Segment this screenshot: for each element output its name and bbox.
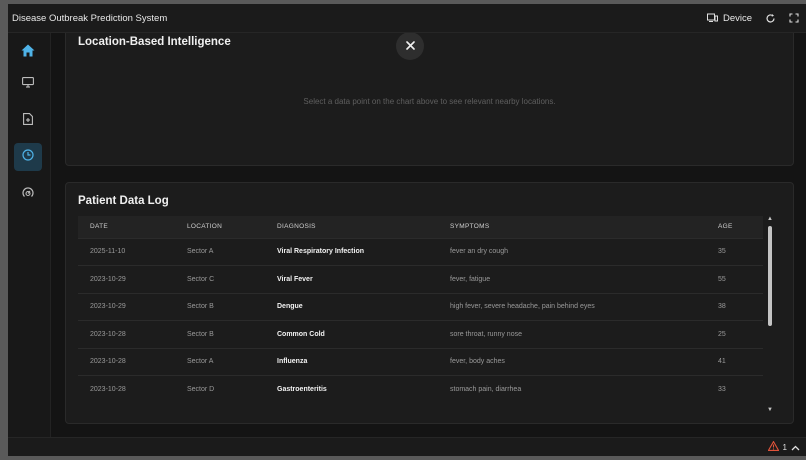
cell-diagnosis: Dengue (277, 303, 303, 311)
cell-date: 2025-11-10 (90, 248, 126, 256)
column-header-date[interactable]: DATE (78, 216, 175, 238)
location-card-title: Location-Based Intelligence (78, 36, 231, 48)
cell-symptoms: high fever, severe headache, pain behind… (450, 303, 595, 311)
location-placeholder-text: Select a data point on the chart above t… (303, 97, 556, 106)
column-header-diagnosis[interactable]: DIAGNOSIS (265, 216, 438, 238)
patient-data-log-card: Patient Data Log DATE LOCATION DIAGNOSIS… (65, 182, 794, 424)
cell-date: 2023-10-28 (90, 386, 126, 393)
cell-diagnosis: Viral Respiratory Infection (277, 248, 365, 256)
status-bar: 1 (8, 437, 806, 456)
sidebar (8, 33, 51, 438)
cell-age: 35 (718, 248, 726, 256)
cell-location: Sector B (187, 330, 214, 338)
table-row[interactable]: 2023-10-29 Sector B Dengue high fever, s… (78, 293, 763, 321)
cell-age: 38 (718, 303, 726, 311)
gauge-icon (22, 186, 34, 204)
sidebar-item-report[interactable] (14, 107, 42, 135)
cell-symptoms: fever, body aches (450, 358, 505, 366)
fullscreen-icon[interactable] (788, 12, 800, 24)
cell-date: 2023-10-28 (90, 330, 126, 338)
table-row[interactable]: 2023-10-29 Sector C Viral Fever fever, f… (78, 265, 763, 294)
cell-location: Sector A (187, 358, 214, 366)
table-scrollbar[interactable]: ▲ ▼ (766, 216, 774, 413)
cell-diagnosis: Common Cold (277, 330, 325, 338)
cell-symptoms: stomach pain, diarrhea (450, 386, 522, 393)
refresh-icon[interactable] (764, 12, 776, 24)
cell-age: 25 (718, 330, 726, 338)
table-row[interactable]: 2025-11-10 Sector A Viral Respiratory In… (78, 238, 763, 266)
table-header-row: DATE LOCATION DIAGNOSIS SYMPTOMS AGE (78, 216, 763, 238)
sidebar-item-history[interactable] (14, 143, 42, 171)
column-header-age[interactable]: AGE (706, 216, 763, 238)
cell-age: 55 (718, 275, 726, 283)
cell-age: 33 (718, 386, 726, 393)
sidebar-item-monitor[interactable] (14, 70, 42, 98)
cell-symptoms: fever, fatigue (450, 275, 491, 283)
table-row[interactable]: 2023-10-28 Sector B Common Cold sore thr… (78, 320, 763, 349)
main-content: Location-Based Intelligence Select a dat… (51, 33, 806, 438)
chevron-up-icon[interactable] (791, 438, 800, 456)
patient-data-table: DATE LOCATION DIAGNOSIS SYMPTOMS AGE 202… (78, 216, 763, 403)
app-title: Disease Outbreak Prediction System (12, 12, 168, 24)
column-header-location[interactable]: LOCATION (175, 216, 265, 238)
warning-icon[interactable] (767, 438, 779, 456)
table-row[interactable]: 2023-10-28 Sector D Gastroenteritis stom… (78, 375, 763, 404)
home-icon (21, 44, 35, 62)
cell-location: Sector A (187, 248, 214, 256)
cell-age: 41 (718, 358, 726, 366)
sidebar-item-analytics[interactable] (14, 181, 42, 209)
device-label: Device (722, 12, 752, 24)
scroll-up-arrow-icon[interactable]: ▲ (767, 216, 773, 222)
cell-date: 2023-10-29 (90, 275, 126, 283)
cell-date: 2023-10-28 (90, 358, 126, 366)
cell-symptoms: sore throat, runny nose (450, 330, 522, 338)
warning-count: 1 (782, 442, 787, 452)
cell-location: Sector B (187, 303, 214, 311)
cell-location: Sector C (187, 275, 215, 283)
close-button[interactable] (396, 33, 424, 60)
title-bar-actions: Device (707, 12, 800, 24)
cell-date: 2023-10-29 (90, 303, 126, 311)
cell-location: Sector D (187, 386, 215, 393)
app-window: Disease Outbreak Prediction System Devic… (8, 4, 806, 456)
location-intelligence-card: Location-Based Intelligence Select a dat… (65, 33, 794, 166)
table-row[interactable]: 2023-10-28 Sector A Influenza fever, bod… (78, 348, 763, 376)
scroll-down-arrow-icon[interactable]: ▼ (767, 407, 773, 413)
cell-symptoms: fever an dry cough (450, 248, 508, 256)
device-button[interactable]: Device (707, 12, 752, 24)
title-bar: Disease Outbreak Prediction System Devic… (8, 4, 806, 33)
cell-diagnosis: Gastroenteritis (277, 386, 327, 393)
monitor-icon (22, 75, 34, 93)
sidebar-item-home[interactable] (14, 39, 42, 67)
patient-table-container: DATE LOCATION DIAGNOSIS SYMPTOMS AGE 202… (78, 216, 763, 413)
document-plus-icon (23, 112, 33, 130)
cell-diagnosis: Influenza (277, 358, 308, 366)
clock-icon (22, 148, 34, 166)
close-icon (405, 37, 415, 55)
scrollbar-thumb[interactable] (768, 226, 772, 326)
cell-diagnosis: Viral Fever (277, 275, 313, 283)
patient-log-title: Patient Data Log (78, 195, 169, 207)
device-icon (707, 12, 719, 24)
column-header-symptoms[interactable]: SYMPTOMS (438, 216, 706, 238)
